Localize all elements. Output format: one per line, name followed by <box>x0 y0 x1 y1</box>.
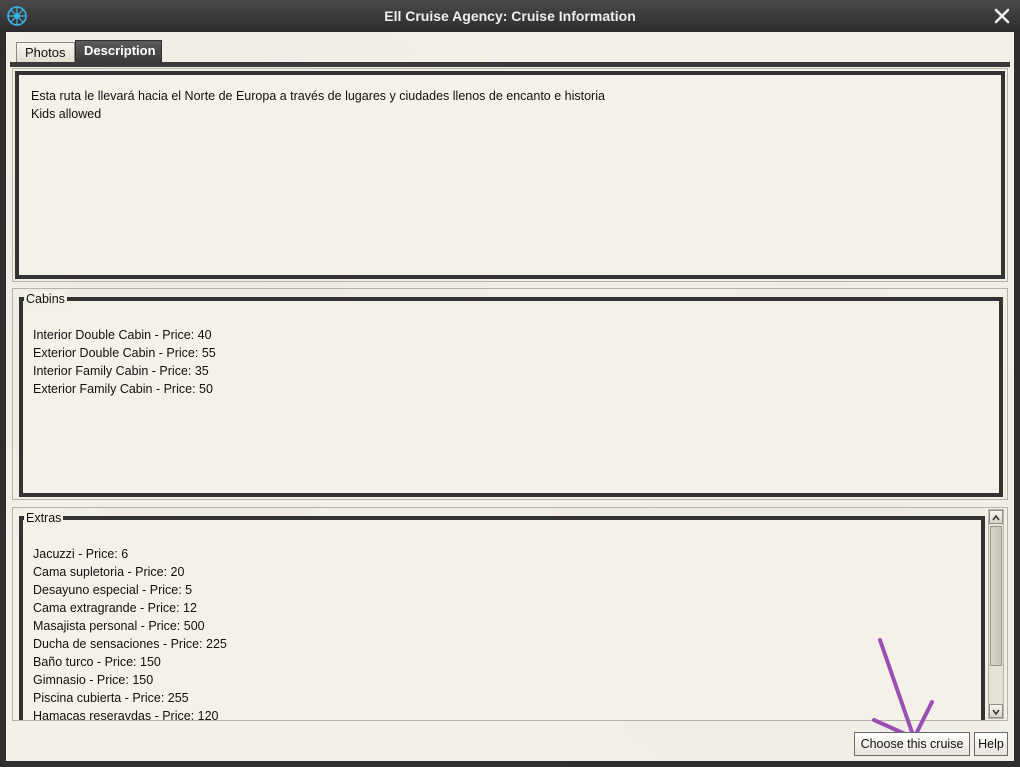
description-panel: Esta ruta le llevará hacia el Norte de E… <box>12 68 1008 282</box>
chevron-up-icon <box>992 514 1000 521</box>
extras-legend: Extras <box>24 511 64 525</box>
kids-allowed-text: Kids allowed <box>31 107 102 121</box>
scroll-down-button[interactable] <box>989 704 1003 718</box>
extra-item: Cama supletoria - Price: 20 <box>33 565 185 579</box>
help-button[interactable]: Help <box>974 732 1008 756</box>
chevron-down-icon <box>992 709 1000 716</box>
tab-divider <box>10 62 1010 67</box>
window-content: Photos Description Esta ruta le llevará … <box>6 32 1014 761</box>
close-icon[interactable] <box>992 6 1012 26</box>
scroll-up-button[interactable] <box>989 510 1003 524</box>
cabin-item: Interior Double Cabin - Price: 40 <box>33 328 212 342</box>
extra-item: Desayuno especial - Price: 5 <box>33 583 193 597</box>
extras-panel: Jacuzzi - Price: 6 Cama supletoria - Pri… <box>12 507 1008 721</box>
extras-scrollbar[interactable] <box>988 509 1004 719</box>
cabin-item: Exterior Family Cabin - Price: 50 <box>33 382 213 396</box>
window-title: Ell Cruise Agency: Cruise Information <box>384 8 636 24</box>
title-bar[interactable]: Ell Cruise Agency: Cruise Information <box>0 0 1020 32</box>
annotation-arrow-icon <box>872 638 934 740</box>
extra-item: Hamacas reseravdas - Price: 120 <box>33 709 219 721</box>
extra-item: Ducha de sensaciones - Price: 225 <box>33 637 227 651</box>
extra-item: Baño turco - Price: 150 <box>33 655 161 669</box>
cabins-box: Interior Double Cabin - Price: 40 Exteri… <box>19 297 1003 497</box>
choose-cruise-button[interactable]: Choose this cruise <box>854 732 970 756</box>
extra-item: Jacuzzi - Price: 6 <box>33 547 129 561</box>
extra-item: Gimnasio - Price: 150 <box>33 673 154 687</box>
description-text: Esta ruta le llevará hacia el Norte de E… <box>31 89 605 103</box>
cabin-item: Interior Family Cabin - Price: 35 <box>33 364 209 378</box>
scroll-thumb[interactable] <box>990 526 1002 666</box>
cabins-panel: Interior Double Cabin - Price: 40 Exteri… <box>12 288 1008 500</box>
cabins-legend: Cabins <box>24 292 67 306</box>
cruise-info-window: Ell Cruise Agency: Cruise Information Ph… <box>0 0 1020 767</box>
tab-description[interactable]: Description <box>75 40 162 62</box>
tab-photos[interactable]: Photos <box>16 42 75 62</box>
extra-item: Cama extragrande - Price: 12 <box>33 601 197 615</box>
extras-box: Jacuzzi - Price: 6 Cama supletoria - Pri… <box>19 516 985 721</box>
description-box: Esta ruta le llevará hacia el Norte de E… <box>15 71 1005 279</box>
cabin-item: Exterior Double Cabin - Price: 55 <box>33 346 216 360</box>
extra-item: Masajista personal - Price: 500 <box>33 619 205 633</box>
extra-item: Piscina cubierta - Price: 255 <box>33 691 189 705</box>
